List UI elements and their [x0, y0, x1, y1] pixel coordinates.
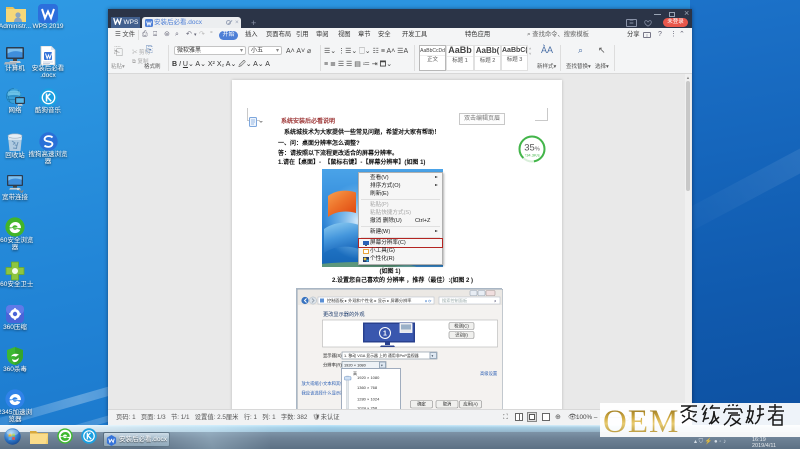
svg-text:确定: 确定	[417, 401, 426, 408]
svg-text:▾ ⟳: ▾ ⟳	[425, 299, 432, 304]
svg-text:更改显示器的外观: 更改显示器的外观	[323, 310, 365, 318]
svg-text:取消: 取消	[443, 401, 452, 408]
svg-text:1360 × 768: 1360 × 768	[357, 385, 378, 390]
svg-text:搜索控制面板: 搜索控制面板	[442, 297, 468, 304]
svg-text:应用(A): 应用(A)	[463, 401, 478, 408]
svg-text:控制面板 ▸ 外观和个性化 ▸ 显示 ▸ 屏幕分辨率: 控制面板 ▸ 外观和个性化 ▸ 显示 ▸ 屏幕分辨率	[327, 297, 411, 304]
svg-text:检测(C): 检测(C)	[454, 323, 469, 330]
svg-text:1280 × 1024: 1280 × 1024	[357, 397, 380, 402]
svg-text:1. 移动 VGA 显示器 上的 通用非PnP监视器: 1. 移动 VGA 显示器 上的 通用非PnP监视器	[344, 353, 419, 358]
svg-text:高级设置: 高级设置	[480, 370, 498, 377]
svg-text:分辨率(R):: 分辨率(R):	[323, 362, 343, 369]
svg-text:1920 × 1080: 1920 × 1080	[357, 375, 380, 380]
svg-text:▾: ▾	[381, 364, 383, 368]
svg-text:1920 × 1080: 1920 × 1080	[344, 363, 367, 368]
svg-text:↑34.3K/s: ↑34.3K/s	[524, 153, 540, 158]
svg-text:1: 1	[383, 331, 387, 338]
svg-text:▾: ▾	[432, 354, 434, 358]
svg-text:识别(I): 识别(I)	[455, 332, 468, 339]
